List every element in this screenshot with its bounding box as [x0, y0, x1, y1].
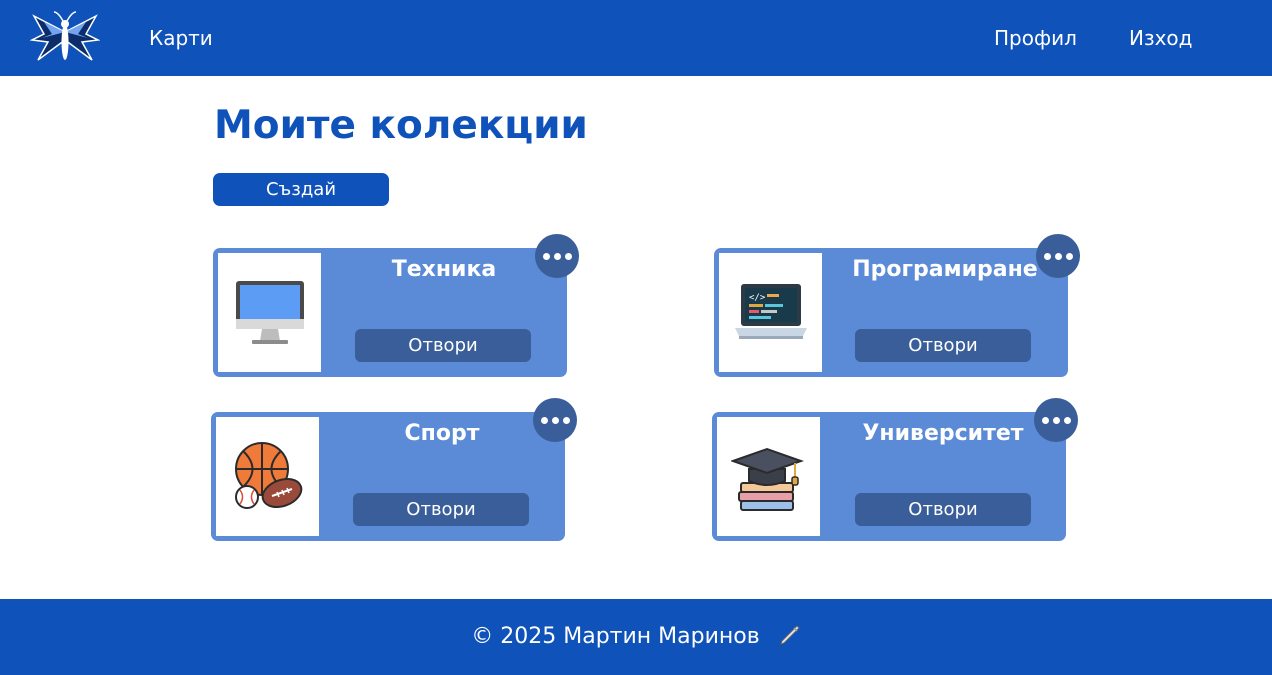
card-image: [717, 417, 820, 536]
open-collection-button[interactable]: Отвори: [855, 329, 1031, 362]
collection-card-sport: Спорт Отвори: [211, 398, 577, 541]
create-collection-button[interactable]: Създай: [213, 173, 389, 206]
card-title: Спорт: [404, 421, 480, 446]
more-options-button[interactable]: [533, 398, 577, 442]
more-options-button[interactable]: [1034, 398, 1078, 442]
graduation-cap-books-icon: [730, 447, 804, 511]
svg-text:</>: </>: [749, 293, 766, 303]
more-options-button[interactable]: [1036, 234, 1080, 278]
dot-icon: [1043, 252, 1051, 260]
laptop-code-icon: </>: [734, 283, 807, 339]
card-title: Университет: [862, 421, 1024, 446]
sports-balls-icon: [234, 441, 302, 509]
dot-icon: [1052, 416, 1060, 424]
computer-monitor-icon: [235, 280, 304, 344]
open-collection-button[interactable]: Отвори: [353, 493, 529, 526]
more-options-button[interactable]: [535, 234, 579, 278]
open-collection-button[interactable]: Отвори: [355, 329, 531, 362]
pen-icon: [777, 625, 800, 648]
dot-icon: [551, 416, 559, 424]
top-navbar: Карти Профил Изход: [0, 0, 1272, 76]
footer-copyright: © 2025 Мартин Маринов: [471, 624, 760, 649]
dot-icon: [1065, 252, 1073, 260]
dot-icon: [1041, 416, 1049, 424]
dot-icon: [1054, 252, 1062, 260]
card-image: </>: [719, 253, 822, 372]
dot-icon: [553, 252, 561, 260]
card-title: Техника: [391, 257, 497, 282]
footer: © 2025 Мартин Маринов: [0, 599, 1272, 675]
card-image: [218, 253, 321, 372]
open-collection-button[interactable]: Отвори: [855, 493, 1031, 526]
card-title: Програмиране: [852, 257, 1038, 282]
dot-icon: [1063, 416, 1071, 424]
dot-icon: [562, 416, 570, 424]
collection-card-programming: </> Програмиране Отвори: [714, 234, 1080, 377]
butterfly-logo-icon[interactable]: [29, 10, 101, 66]
nav-link-profile[interactable]: Профил: [994, 24, 1077, 52]
card-image: [216, 417, 319, 536]
collection-card-technology: Техника Отвори: [213, 234, 579, 377]
nav-link-cards[interactable]: Карти: [149, 24, 213, 52]
dot-icon: [540, 416, 548, 424]
collection-card-university: Университет Отвори: [712, 398, 1078, 541]
nav-link-logout[interactable]: Изход: [1129, 24, 1193, 52]
dot-icon: [564, 252, 572, 260]
dot-icon: [542, 252, 550, 260]
page-title: Моите колекции: [214, 103, 588, 148]
